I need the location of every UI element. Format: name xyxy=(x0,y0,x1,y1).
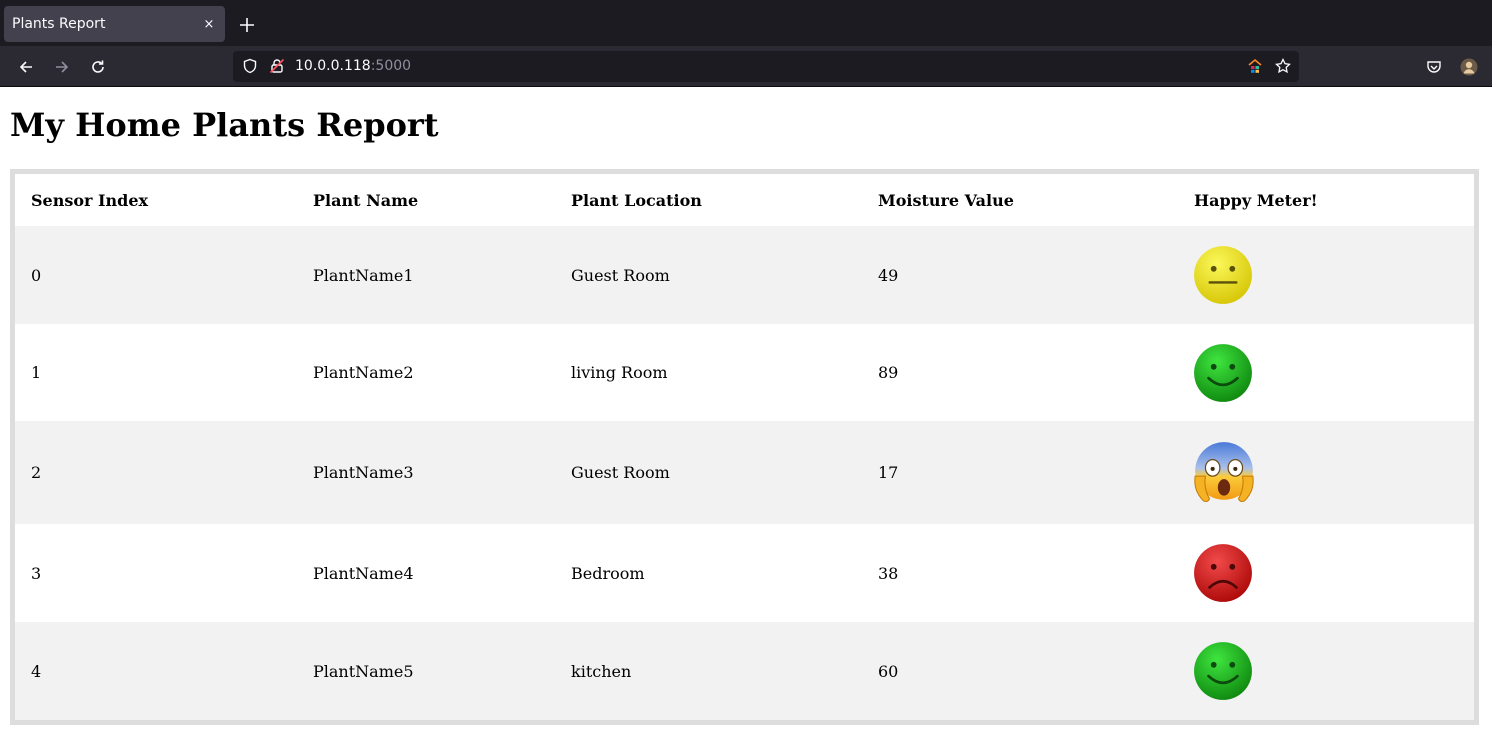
header-happy-meter: Happy Meter! xyxy=(1194,190,1318,210)
table-row: 1 PlantName2 living Room 89 xyxy=(15,324,1474,421)
plant-location-cell: Bedroom xyxy=(555,524,862,622)
happy-meter-cell xyxy=(1178,421,1474,524)
url-host: 10.0.0.118 xyxy=(295,58,371,74)
back-arrow-icon[interactable] xyxy=(13,54,39,80)
plant-name-cell: PlantName3 xyxy=(297,421,555,524)
moisture-value-cell: 38 xyxy=(862,524,1178,622)
navigation-toolbar: 10.0.0.118:5000 xyxy=(0,46,1492,87)
happy-face-icon xyxy=(1194,343,1252,402)
table-row: 0 PlantName1 Guest Room 49 xyxy=(15,226,1474,324)
plant-name-cell: PlantName1 xyxy=(297,226,555,324)
sad-face-icon xyxy=(1194,544,1252,602)
moisture-value-cell: 49 xyxy=(862,226,1178,324)
plant-name-cell: PlantName5 xyxy=(297,622,555,720)
url-port: :5000 xyxy=(370,58,412,74)
plant-location-cell: kitchen xyxy=(555,622,862,720)
table-row: 2 PlantName3 Guest Room 17 xyxy=(15,421,1474,524)
page-title: My Home Plants Report xyxy=(10,106,439,144)
bookmark-star-icon[interactable] xyxy=(1274,57,1292,75)
plant-location-cell: living Room xyxy=(555,324,862,421)
sensor-index-cell: 0 xyxy=(15,226,297,324)
moisture-value-cell: 89 xyxy=(862,324,1178,421)
new-tab-plus-icon[interactable] xyxy=(234,12,260,38)
table-row: 4 PlantName5 kitchen 60 xyxy=(15,622,1474,720)
extension-home-icon[interactable] xyxy=(1246,57,1264,75)
forward-arrow-icon[interactable] xyxy=(49,54,75,80)
sensor-index-cell: 1 xyxy=(15,324,297,421)
header-sensor-index: Sensor Index xyxy=(31,190,149,210)
url-text: 10.0.0.118:5000 xyxy=(295,58,411,74)
tab-strip: Plants Report × xyxy=(0,0,1492,46)
table-header-row: Sensor Index Plant Name Plant Location M… xyxy=(15,174,1474,226)
moisture-value-cell: 17 xyxy=(862,421,1178,524)
happy-meter-cell xyxy=(1178,226,1474,324)
sensor-index-cell: 3 xyxy=(15,524,297,622)
tab-plants-report[interactable]: Plants Report × xyxy=(4,6,225,42)
pocket-icon[interactable] xyxy=(1421,54,1447,80)
address-bar[interactable]: 10.0.0.118:5000 xyxy=(233,51,1299,82)
happy-meter-cell xyxy=(1178,524,1474,622)
sensor-index-cell: 2 xyxy=(15,421,297,524)
happy-meter-cell xyxy=(1178,324,1474,421)
happy-face-icon xyxy=(1194,642,1252,700)
tracking-shield-icon[interactable] xyxy=(241,57,259,75)
account-avatar-icon[interactable] xyxy=(1456,54,1482,80)
happy-meter-cell xyxy=(1178,622,1474,720)
screaming-face-icon xyxy=(1194,441,1254,502)
tab-title: Plants Report xyxy=(12,16,106,32)
header-plant-location: Plant Location xyxy=(571,190,702,210)
sensor-index-cell: 4 xyxy=(15,622,297,720)
close-tab-icon[interactable]: × xyxy=(201,16,217,32)
plants-table: Sensor Index Plant Name Plant Location M… xyxy=(15,174,1474,720)
plant-name-cell: PlantName2 xyxy=(297,324,555,421)
insecure-lock-icon[interactable] xyxy=(268,57,286,75)
plant-location-cell: Guest Room xyxy=(555,421,862,524)
plant-name-cell: PlantName4 xyxy=(297,524,555,622)
header-moisture-value: Moisture Value xyxy=(878,190,1014,210)
table-row: 3 PlantName4 Bedroom 38 xyxy=(15,524,1474,622)
header-plant-name: Plant Name xyxy=(313,190,419,210)
moisture-value-cell: 60 xyxy=(862,622,1178,720)
plants-table-container: Sensor Index Plant Name Plant Location M… xyxy=(10,169,1479,725)
neutral-face-icon xyxy=(1194,246,1252,304)
reload-icon[interactable] xyxy=(85,54,111,80)
plant-location-cell: Guest Room xyxy=(555,226,862,324)
